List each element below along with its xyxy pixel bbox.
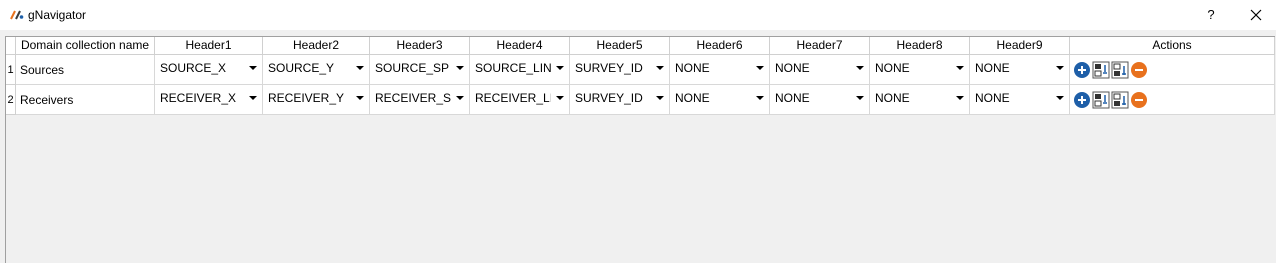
remove-icon[interactable] — [1130, 91, 1148, 109]
chevron-down-icon — [656, 66, 664, 70]
column-header-9[interactable]: Header9 — [970, 37, 1070, 55]
row-2-header4-combo[interactable]: RECEIVER_LINE — [470, 85, 570, 115]
column-header-3[interactable]: Header3 — [370, 37, 470, 55]
combo-value: NONE — [975, 91, 1010, 105]
combo-value: SURVEY_ID — [575, 91, 643, 105]
chevron-down-icon — [956, 96, 964, 100]
row-2-header3-combo[interactable]: RECEIVER_SP — [370, 85, 470, 115]
combo-value: NONE — [875, 61, 910, 75]
column-header-6[interactable]: Header6 — [670, 37, 770, 55]
chevron-down-icon — [356, 66, 364, 70]
row-1-name-cell[interactable]: Sources — [16, 55, 155, 85]
row-1-header5-combo[interactable]: SURVEY_ID — [570, 55, 670, 85]
row-header-2[interactable]: 2 — [6, 85, 16, 115]
add-icon[interactable] — [1073, 61, 1091, 79]
chevron-down-icon — [656, 96, 664, 100]
combo-value: NONE — [675, 91, 710, 105]
chevron-down-icon — [556, 96, 564, 100]
chevron-down-icon — [856, 66, 864, 70]
copy-after-icon[interactable] — [1111, 61, 1129, 79]
row-2-header6-combo[interactable]: NONE — [670, 85, 770, 115]
column-header-actions[interactable]: Actions — [1070, 37, 1275, 55]
column-header-8[interactable]: Header8 — [870, 37, 970, 55]
chevron-down-icon — [356, 96, 364, 100]
close-button[interactable] — [1240, 0, 1272, 30]
copy-after-icon[interactable] — [1111, 91, 1129, 109]
row-2-header8-combo[interactable]: NONE — [870, 85, 970, 115]
row-2-name-cell[interactable]: Receivers — [16, 85, 155, 115]
row-1-header3-combo[interactable]: SOURCE_SP — [370, 55, 470, 85]
column-header-5[interactable]: Header5 — [570, 37, 670, 55]
row-1-header6-combo[interactable]: NONE — [670, 55, 770, 85]
combo-value: SOURCE_Y — [268, 61, 335, 75]
row-2-header5-combo[interactable]: SURVEY_ID — [570, 85, 670, 115]
combo-value: NONE — [775, 91, 810, 105]
table-header: Domain collection name Header1 Header2 H… — [6, 37, 1275, 55]
chevron-down-icon — [856, 96, 864, 100]
copy-before-icon[interactable] — [1092, 91, 1110, 109]
row-1-header4-combo[interactable]: SOURCE_LINE — [470, 55, 570, 85]
column-header-domain-name[interactable]: Domain collection name — [16, 37, 155, 55]
row-2-actions-cell — [1070, 85, 1275, 115]
row-2-header1-combo[interactable]: RECEIVER_X — [155, 85, 263, 115]
row-header-1[interactable]: 1 — [6, 55, 16, 85]
chevron-down-icon — [956, 66, 964, 70]
row-1-header1-combo[interactable]: SOURCE_X — [155, 55, 263, 85]
column-header-1[interactable]: Header1 — [155, 37, 263, 55]
row-1-actions-cell — [1070, 55, 1275, 85]
help-button[interactable]: ? — [1198, 0, 1224, 30]
chevron-down-icon — [1056, 96, 1064, 100]
title-bar: gNavigator ? — [0, 0, 1276, 30]
row-2-header9-combo[interactable]: NONE — [970, 85, 1070, 115]
actions-toolbar — [1070, 55, 1148, 84]
copy-before-icon[interactable] — [1092, 61, 1110, 79]
row-1-header7-combo[interactable]: NONE — [770, 55, 870, 85]
combo-value: SOURCE_X — [160, 61, 227, 75]
close-icon — [1250, 9, 1262, 21]
column-header-2[interactable]: Header2 — [263, 37, 370, 55]
row-1-header8-combo[interactable]: NONE — [870, 55, 970, 85]
chevron-down-icon — [756, 66, 764, 70]
chevron-down-icon — [456, 96, 464, 100]
chevron-down-icon — [556, 66, 564, 70]
column-header-4[interactable]: Header4 — [470, 37, 570, 55]
combo-value: SURVEY_ID — [575, 61, 643, 75]
actions-toolbar — [1070, 85, 1148, 114]
combo-value: SOURCE_LINE — [475, 61, 551, 75]
window-title: gNavigator — [28, 8, 87, 22]
chevron-down-icon — [756, 96, 764, 100]
chevron-down-icon — [249, 96, 257, 100]
combo-value: RECEIVER_X — [160, 91, 237, 105]
corner-button[interactable] — [6, 37, 16, 55]
domain-collection-table: Domain collection name Header1 Header2 H… — [5, 36, 1275, 263]
column-header-7[interactable]: Header7 — [770, 37, 870, 55]
combo-value: RECEIVER_SP — [375, 91, 451, 105]
combo-value: RECEIVER_LINE — [475, 91, 551, 105]
combo-value: NONE — [775, 61, 810, 75]
combo-value: RECEIVER_Y — [268, 91, 345, 105]
add-icon[interactable] — [1073, 91, 1091, 109]
chevron-down-icon — [456, 66, 464, 70]
row-1-header9-combo[interactable]: NONE — [970, 55, 1070, 85]
row-2-header7-combo[interactable]: NONE — [770, 85, 870, 115]
remove-icon[interactable] — [1130, 61, 1148, 79]
combo-value: NONE — [875, 91, 910, 105]
combo-value: NONE — [675, 61, 710, 75]
combo-value: NONE — [975, 61, 1010, 75]
chevron-down-icon — [1056, 66, 1064, 70]
app-logo-icon — [10, 10, 24, 20]
chevron-down-icon — [249, 66, 257, 70]
row-1-header2-combo[interactable]: SOURCE_Y — [263, 55, 370, 85]
combo-value: SOURCE_SP — [375, 61, 450, 75]
row-2-header2-combo[interactable]: RECEIVER_Y — [263, 85, 370, 115]
